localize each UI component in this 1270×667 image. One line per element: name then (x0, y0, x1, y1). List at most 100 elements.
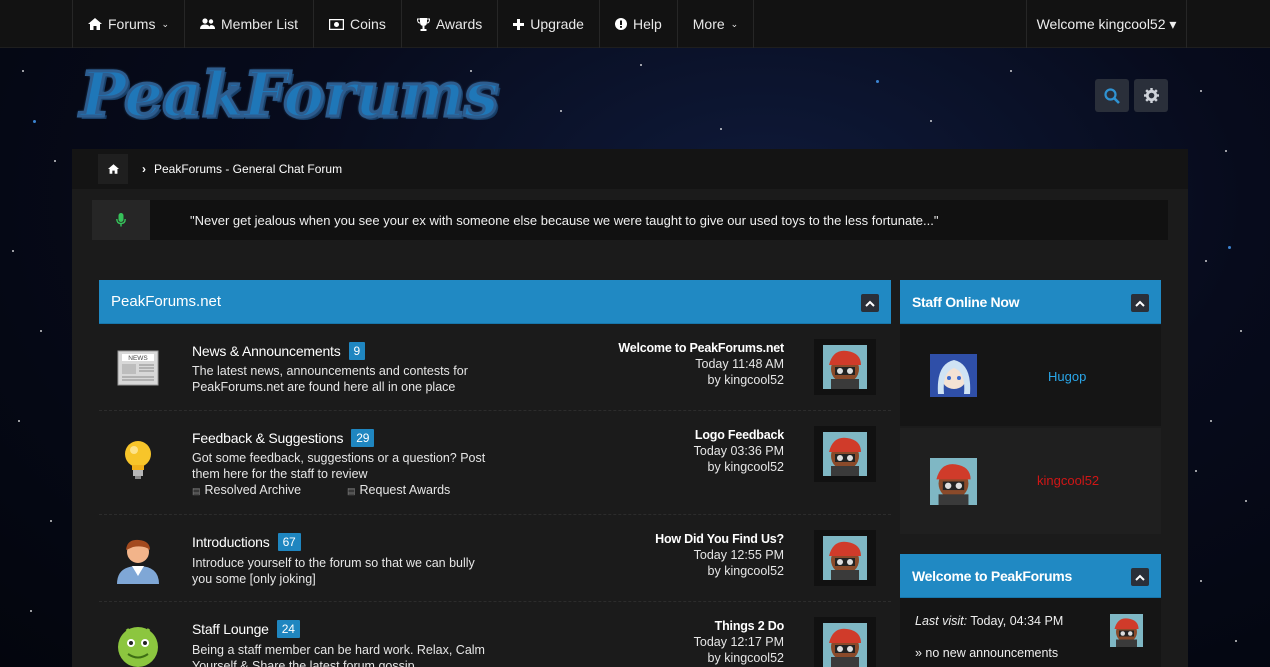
home-icon (88, 18, 102, 30)
chevron-up-icon (1135, 574, 1145, 581)
forum-description-line: PeakForums.net are found here all in one… (192, 380, 456, 394)
android-icon (118, 627, 158, 667)
info-icon (614, 18, 627, 30)
last-visit-value: Today, 04:34 PM (967, 614, 1064, 628)
search-icon (1104, 87, 1120, 104)
last-post-title[interactable]: How Did You Find Us? (655, 531, 784, 547)
newspaper-icon: NEWS (117, 350, 159, 386)
forum-description-line: Yourself & Share the latest forum gossip (192, 659, 415, 667)
nav-item-label: Member List (221, 16, 299, 32)
forum-description-line: The latest news, announcements and conte… (192, 364, 468, 378)
avatar[interactable] (930, 354, 977, 397)
forum-description-line: Introduce yourself to the forum so that … (192, 556, 475, 570)
document-icon: ▤ (192, 486, 201, 496)
forum-row-staff-lounge: Staff Lounge 24 Being a staff member can… (99, 603, 891, 667)
last-post-author[interactable]: by kingcool52 (694, 650, 784, 666)
nav-item-help[interactable]: Help (598, 0, 677, 48)
settings-button[interactable] (1134, 79, 1168, 112)
user-menu[interactable]: Welcome kingcool52 ▾ (1026, 0, 1187, 48)
last-post-author[interactable]: by kingcool52 (655, 563, 784, 579)
last-post-info: Welcome to PeakForums.net Today 11:48 AM… (618, 340, 784, 388)
avatar[interactable] (930, 458, 977, 505)
staff-member-name[interactable]: kingcool52 (1037, 473, 1099, 488)
forum-title-link[interactable]: Staff Lounge 24 (192, 620, 300, 638)
breadcrumb: › PeakForums - General Chat Forum (72, 149, 1188, 189)
forum-description-line: them here for the staff to review (192, 467, 368, 481)
nav-item-forums[interactable]: Forums ⌄ (72, 0, 184, 48)
last-post-info: Logo Feedback Today 03:36 PM by kingcool… (693, 427, 785, 475)
panel-title: Welcome to PeakForums (912, 567, 1072, 584)
collapse-button[interactable] (861, 294, 879, 312)
last-post-title[interactable]: Things 2 Do (694, 618, 785, 634)
collapse-button[interactable] (1131, 294, 1149, 312)
nav-item-awards[interactable]: Awards (400, 0, 497, 48)
forum-title: Feedback & Suggestions (192, 430, 344, 446)
last-post-time: Today 03:36 PM (693, 444, 784, 458)
nav-item-more[interactable]: More ⌄ (676, 0, 755, 48)
trophy-icon (416, 17, 430, 31)
forum-description-line: Got some feedback, suggestions or a ques… (192, 451, 486, 465)
staff-member-row: kingcool52 (900, 428, 1161, 534)
nav-item-label: More (692, 16, 725, 32)
avatar[interactable] (814, 530, 876, 586)
nav-menu: Forums ⌄ Member List Coins Awards Upgrad… (72, 0, 755, 48)
breadcrumb-current[interactable]: PeakForums - General Chat Forum (154, 162, 342, 176)
last-visit: Last visit: Today, 04:34 PM (915, 614, 1063, 628)
forum-row-introductions: Introductions 67 Introduce yourself to t… (99, 516, 891, 602)
staff-panel-header: Staff Online Now (900, 280, 1161, 324)
chevron-up-icon (1135, 300, 1145, 307)
forum-description: Got some feedback, suggestions or a ques… (192, 450, 485, 482)
money-icon (329, 18, 345, 30)
nav-item-member-list[interactable]: Member List (184, 0, 313, 48)
subforum-list: ▤ Resolved Archive ▤ Request Awards (192, 483, 450, 497)
nav-item-label: Help (632, 16, 662, 32)
last-post-author[interactable]: by kingcool52 (618, 372, 784, 388)
last-post-info: Things 2 Do Today 12:17 PM by kingcool52 (694, 618, 785, 666)
avatar[interactable] (814, 617, 876, 667)
site-logo[interactable]: PeakForums (79, 57, 501, 148)
subforum-label: Request Awards (359, 483, 451, 497)
thread-count-badge: 24 (276, 620, 300, 638)
thread-count-badge: 9 (348, 342, 366, 360)
search-button[interactable] (1095, 79, 1129, 112)
staff-member-row: Hugop (900, 325, 1161, 426)
nav-item-upgrade[interactable]: Upgrade (497, 0, 599, 48)
nav-item-coins[interactable]: Coins (313, 0, 401, 48)
home-icon (107, 164, 119, 174)
breadcrumb-home-button[interactable] (98, 154, 128, 184)
thread-count-badge: 67 (277, 533, 301, 551)
avatar[interactable] (1110, 614, 1143, 647)
forum-row-news: NEWS News & Announcements 9 The latest n… (99, 325, 891, 411)
users-icon (200, 18, 215, 29)
forum-title-link[interactable]: Introductions 67 (192, 533, 301, 551)
person-icon (117, 539, 159, 584)
forum-description: The latest news, announcements and conte… (192, 363, 468, 395)
last-visit-label: Last visit: (915, 614, 968, 628)
forum-title-link[interactable]: News & Announcements 9 (192, 342, 366, 360)
forum-title: Staff Lounge (192, 621, 269, 637)
avatar[interactable] (814, 339, 876, 395)
chevron-down-icon: ⌄ (730, 18, 739, 29)
nav-item-label: Forums (108, 16, 156, 32)
last-post-title[interactable]: Logo Feedback (694, 427, 784, 443)
lightbulb-icon (125, 441, 151, 479)
top-navigation-bar: Forums ⌄ Member List Coins Awards Upgrad… (0, 0, 1270, 48)
subforum-link[interactable]: ▤ Request Awards (347, 483, 450, 497)
forum-title-link[interactable]: Feedback & Suggestions 29 (192, 429, 375, 447)
quote-bar: "Never get jealous when you see your ex … (92, 200, 1168, 240)
forum-row-feedback: Feedback & Suggestions 29 Got some feedb… (99, 412, 891, 515)
avatar[interactable] (814, 426, 876, 482)
staff-member-name[interactable]: Hugop (1048, 369, 1086, 384)
collapse-button[interactable] (1131, 568, 1149, 586)
microphone-icon (92, 200, 150, 240)
nav-item-label: Awards (435, 16, 483, 32)
last-post-info: How Did You Find Us? Today 12:55 PM by k… (655, 531, 784, 579)
chevron-right-icon: › (142, 162, 146, 176)
chevron-up-icon (865, 300, 875, 307)
last-post-title[interactable]: Welcome to PeakForums.net (618, 340, 784, 356)
last-post-author[interactable]: by kingcool52 (694, 459, 784, 475)
document-icon: ▤ (347, 486, 356, 496)
subforum-link[interactable]: ▤ Resolved Archive (192, 483, 347, 497)
announcements-status[interactable]: » no new announcements (915, 646, 1058, 660)
forums-panel-header: PeakForums.net (99, 280, 891, 324)
